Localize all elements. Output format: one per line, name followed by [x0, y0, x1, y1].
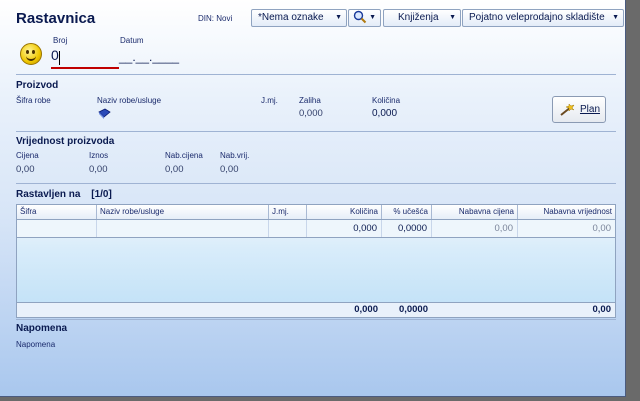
table-row[interactable]: 0,000 0,0000 0,00 0,00 [17, 220, 615, 238]
column-header-jmj[interactable]: J.mj. [269, 205, 307, 219]
column-header-naziv[interactable]: Naziv robe/usluge [97, 205, 269, 219]
skladiste-dropdown[interactable]: Pojatno veleprodajno skladište ▼ [462, 9, 624, 27]
rastavljen-count: [1/0] [91, 189, 112, 200]
nab-vrij-value: 0,00 [220, 164, 239, 175]
divider [16, 131, 616, 132]
nab-vrij-label: Nab.vrij. [220, 151, 250, 160]
naziv-robe-label: Naziv robe/usluge [97, 96, 162, 105]
column-header-sifra[interactable]: Šifra [17, 205, 97, 219]
nab-cijena-label: Nab.cijena [165, 151, 203, 160]
chevron-down-icon: ▼ [612, 14, 619, 21]
column-header-nabavna-cijena[interactable]: Nabavna cijena [432, 205, 518, 219]
chevron-down-icon: ▼ [369, 14, 376, 21]
plan-button[interactable]: Plan [552, 96, 606, 123]
cell-ucesce[interactable]: 0,0000 [382, 220, 432, 237]
rastavljen-label: Rastavljen na [16, 189, 81, 200]
zaliha-label: Zaliha [299, 96, 321, 105]
divider [16, 183, 616, 184]
iznos-value: 0,00 [89, 164, 108, 175]
sifra-robe-label: Šifra robe [16, 96, 51, 105]
datum-input[interactable]: __.__.____ [119, 50, 179, 64]
cell-kolicina[interactable]: 0,000 [307, 220, 382, 237]
skladiste-label: Pojatno veleprodajno skladište [469, 12, 605, 23]
column-header-kolicina[interactable]: Količina [307, 205, 382, 219]
column-header-nabavna-vrijednost[interactable]: Nabavna vrijednost [518, 205, 615, 219]
broj-value: 0 [51, 47, 59, 63]
column-header-ucesce[interactable]: % učešća [382, 205, 432, 219]
oznake-dropdown[interactable]: *Nema oznake ▼ [251, 9, 347, 27]
kolicina-label: Količina [372, 96, 401, 105]
table-header: Šifra Naziv robe/usluge J.mj. Količina %… [17, 205, 615, 220]
search-icon [353, 11, 367, 24]
total-ucesce: 0,0000 [398, 304, 428, 315]
jmj-label: J.mj. [261, 96, 278, 105]
rastavnica-window: Rastavnica DIN: Novi *Nema oznake ▼ ▼ Kn… [0, 0, 626, 397]
broj-label: Broj [53, 36, 68, 45]
wand-icon [560, 102, 575, 116]
chevron-down-icon: ▼ [335, 14, 342, 21]
proizvod-title: Proizvod [16, 80, 59, 91]
oznake-label: *Nema oznake [258, 12, 324, 23]
datum-label: Datum [120, 36, 144, 45]
table-footer: 0,000 0,0000 0,00 [17, 302, 615, 317]
cijena-value: 0,00 [16, 164, 35, 175]
knjizenja-label: Knjiženja [398, 12, 439, 23]
rastavljen-title: Rastavljen na [1/0] [16, 189, 112, 200]
kolicina-value[interactable]: 0,000 [372, 108, 397, 119]
total-kolicina: 0,000 [354, 304, 378, 315]
divider [16, 74, 616, 75]
cell-nabavna-cijena: 0,00 [432, 220, 518, 237]
cell-jmj[interactable] [269, 220, 307, 237]
plan-label: Plan [579, 104, 600, 115]
cijena-label: Cijena [16, 151, 39, 160]
divider [16, 319, 616, 320]
chevron-down-icon: ▼ [449, 14, 456, 21]
book-icon[interactable] [97, 108, 111, 120]
iznos-label: Iznos [89, 151, 109, 160]
cell-nabavna-vrijednost: 0,00 [592, 223, 612, 234]
nab-cijena-value: 0,00 [165, 164, 184, 175]
din-label: DIN: Novi [198, 14, 233, 23]
napomena-title: Napomena [16, 323, 68, 334]
components-table[interactable]: Šifra Naziv robe/usluge J.mj. Količina %… [16, 204, 616, 318]
search-dropdown[interactable]: ▼ [348, 9, 381, 27]
knjizenja-dropdown[interactable]: Knjiženja ▼ [383, 9, 461, 27]
cell-naziv[interactable] [97, 220, 269, 237]
broj-input[interactable]: 0 [51, 47, 119, 69]
napomena-field[interactable]: Napomena [16, 340, 55, 349]
total-vrijednost: 0,00 [592, 304, 612, 315]
page-title: Rastavnica [16, 10, 96, 27]
zaliha-value: 0,000 [299, 108, 323, 119]
cell-sifra[interactable] [17, 220, 97, 237]
vrijednost-title: Vrijednost proizvoda [16, 136, 115, 147]
smiley-icon [20, 43, 42, 65]
